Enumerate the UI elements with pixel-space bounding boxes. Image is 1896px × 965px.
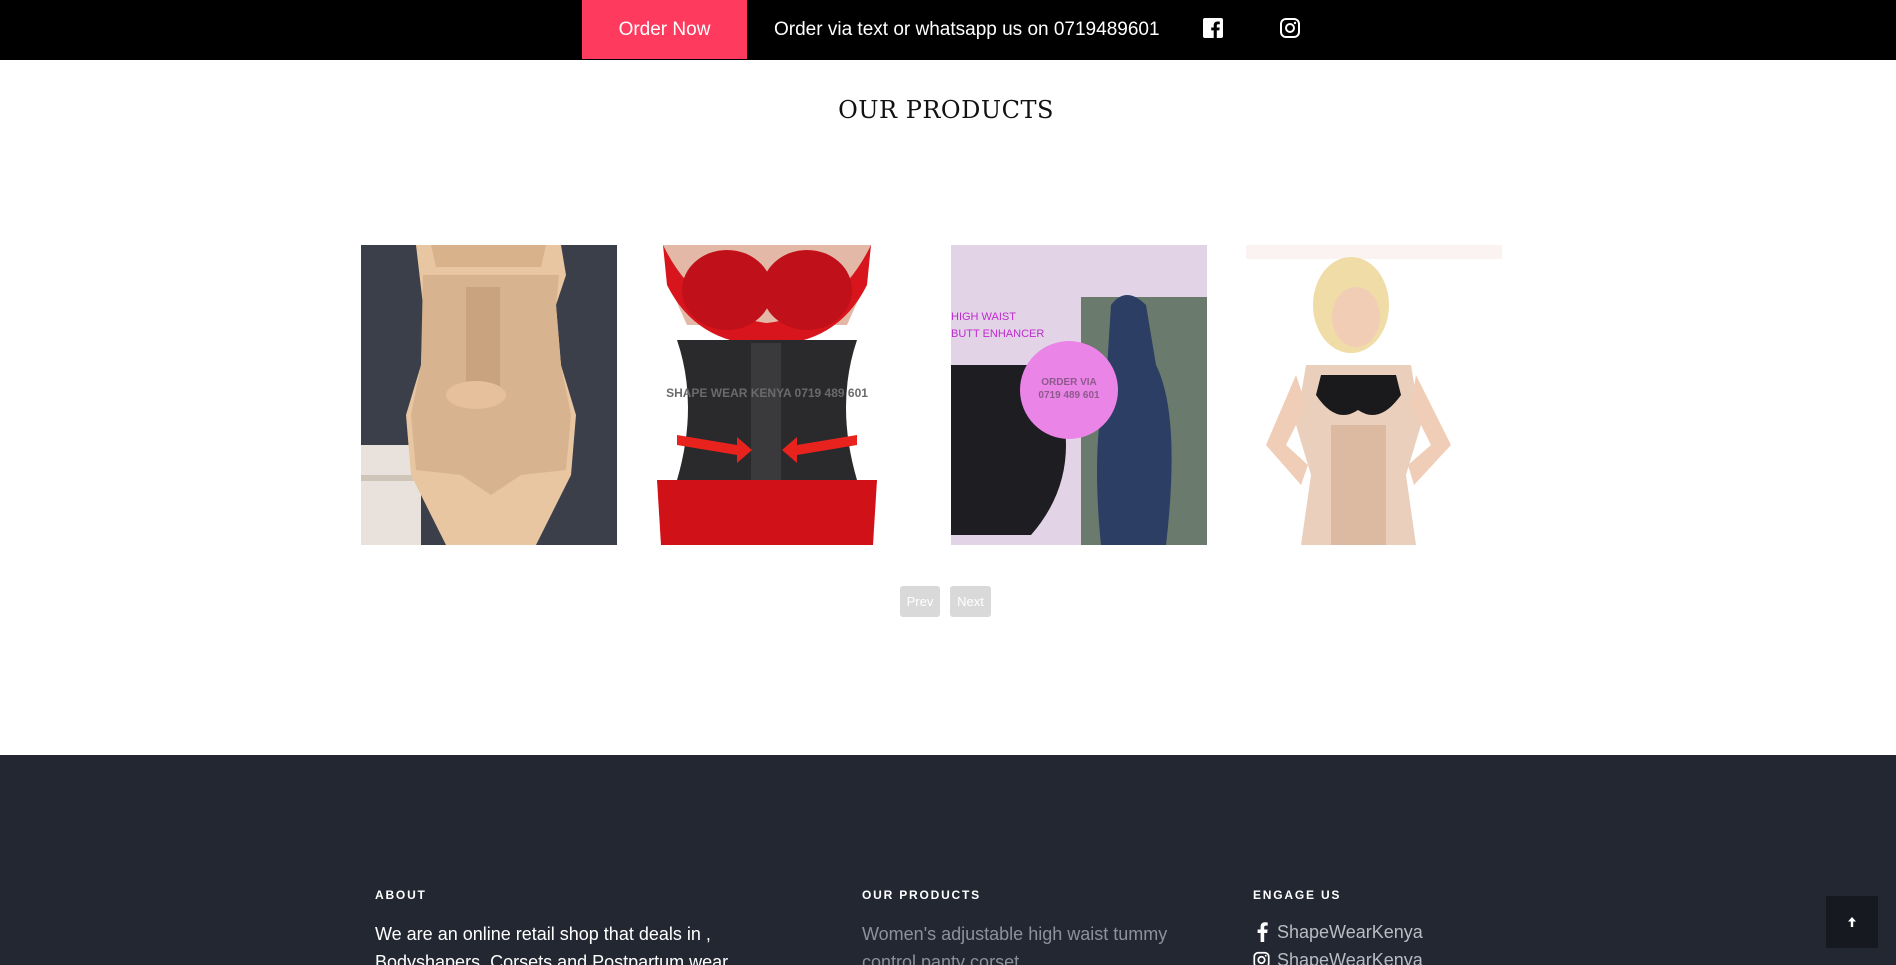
product-image-2[interactable]: SHAPE WEAR KENYA 0719 489 601: [657, 245, 913, 545]
engage-heading: ENGAGE US: [1253, 888, 1342, 902]
footer-products-heading: OUR PRODUCTS: [862, 888, 981, 902]
instagram-icon[interactable]: [1279, 17, 1301, 39]
overlay-line-2: BUTT ENHANCER: [951, 328, 1044, 340]
overlay-line-1: HIGH WAIST: [951, 311, 1016, 323]
next-button[interactable]: Next: [950, 586, 991, 617]
product-image-3[interactable]: HIGH WAIST BUTT ENHANCER ORDER VIA 0719 …: [951, 245, 1207, 545]
facebook-handle: ShapeWearKenya: [1277, 921, 1423, 942]
footer-facebook-link[interactable]: ShapeWearKenya: [1253, 920, 1423, 944]
footer-instagram-link[interactable]: ShapeWearKenya: [1253, 948, 1423, 965]
order-badge-line-1: ORDER VIA: [1041, 377, 1097, 388]
footer: ABOUT We are an online retail shop that …: [0, 755, 1896, 965]
prev-button[interactable]: Prev: [900, 586, 940, 617]
section-title: OUR PRODUCTS: [838, 96, 1054, 124]
top-bar: Order Now Order via text or whatsapp us …: [0, 0, 1896, 60]
watermark-text: SHAPE WEAR KENYA 0719 489 601: [666, 386, 868, 400]
product-image-4[interactable]: [1246, 245, 1502, 545]
product-image-1[interactable]: [361, 245, 617, 545]
instagram-icon: [1253, 951, 1270, 965]
about-text: We are an online retail shop that deals …: [375, 924, 729, 965]
contact-text: Order via text or whatsapp us on 0719489…: [774, 19, 1160, 40]
back-to-top-button[interactable]: [1826, 896, 1878, 948]
instagram-handle: ShapeWearKenya: [1277, 949, 1423, 965]
order-badge-line-2: 0719 489 601: [1038, 390, 1100, 401]
facebook-icon[interactable]: [1202, 17, 1224, 39]
arrow-up-icon: [1848, 917, 1856, 927]
about-heading: ABOUT: [375, 888, 427, 902]
order-now-button[interactable]: Order Now: [582, 0, 747, 59]
facebook-f-icon: [1257, 922, 1268, 942]
footer-product-link[interactable]: Women's adjustable high waist tummy cont…: [862, 920, 1192, 965]
